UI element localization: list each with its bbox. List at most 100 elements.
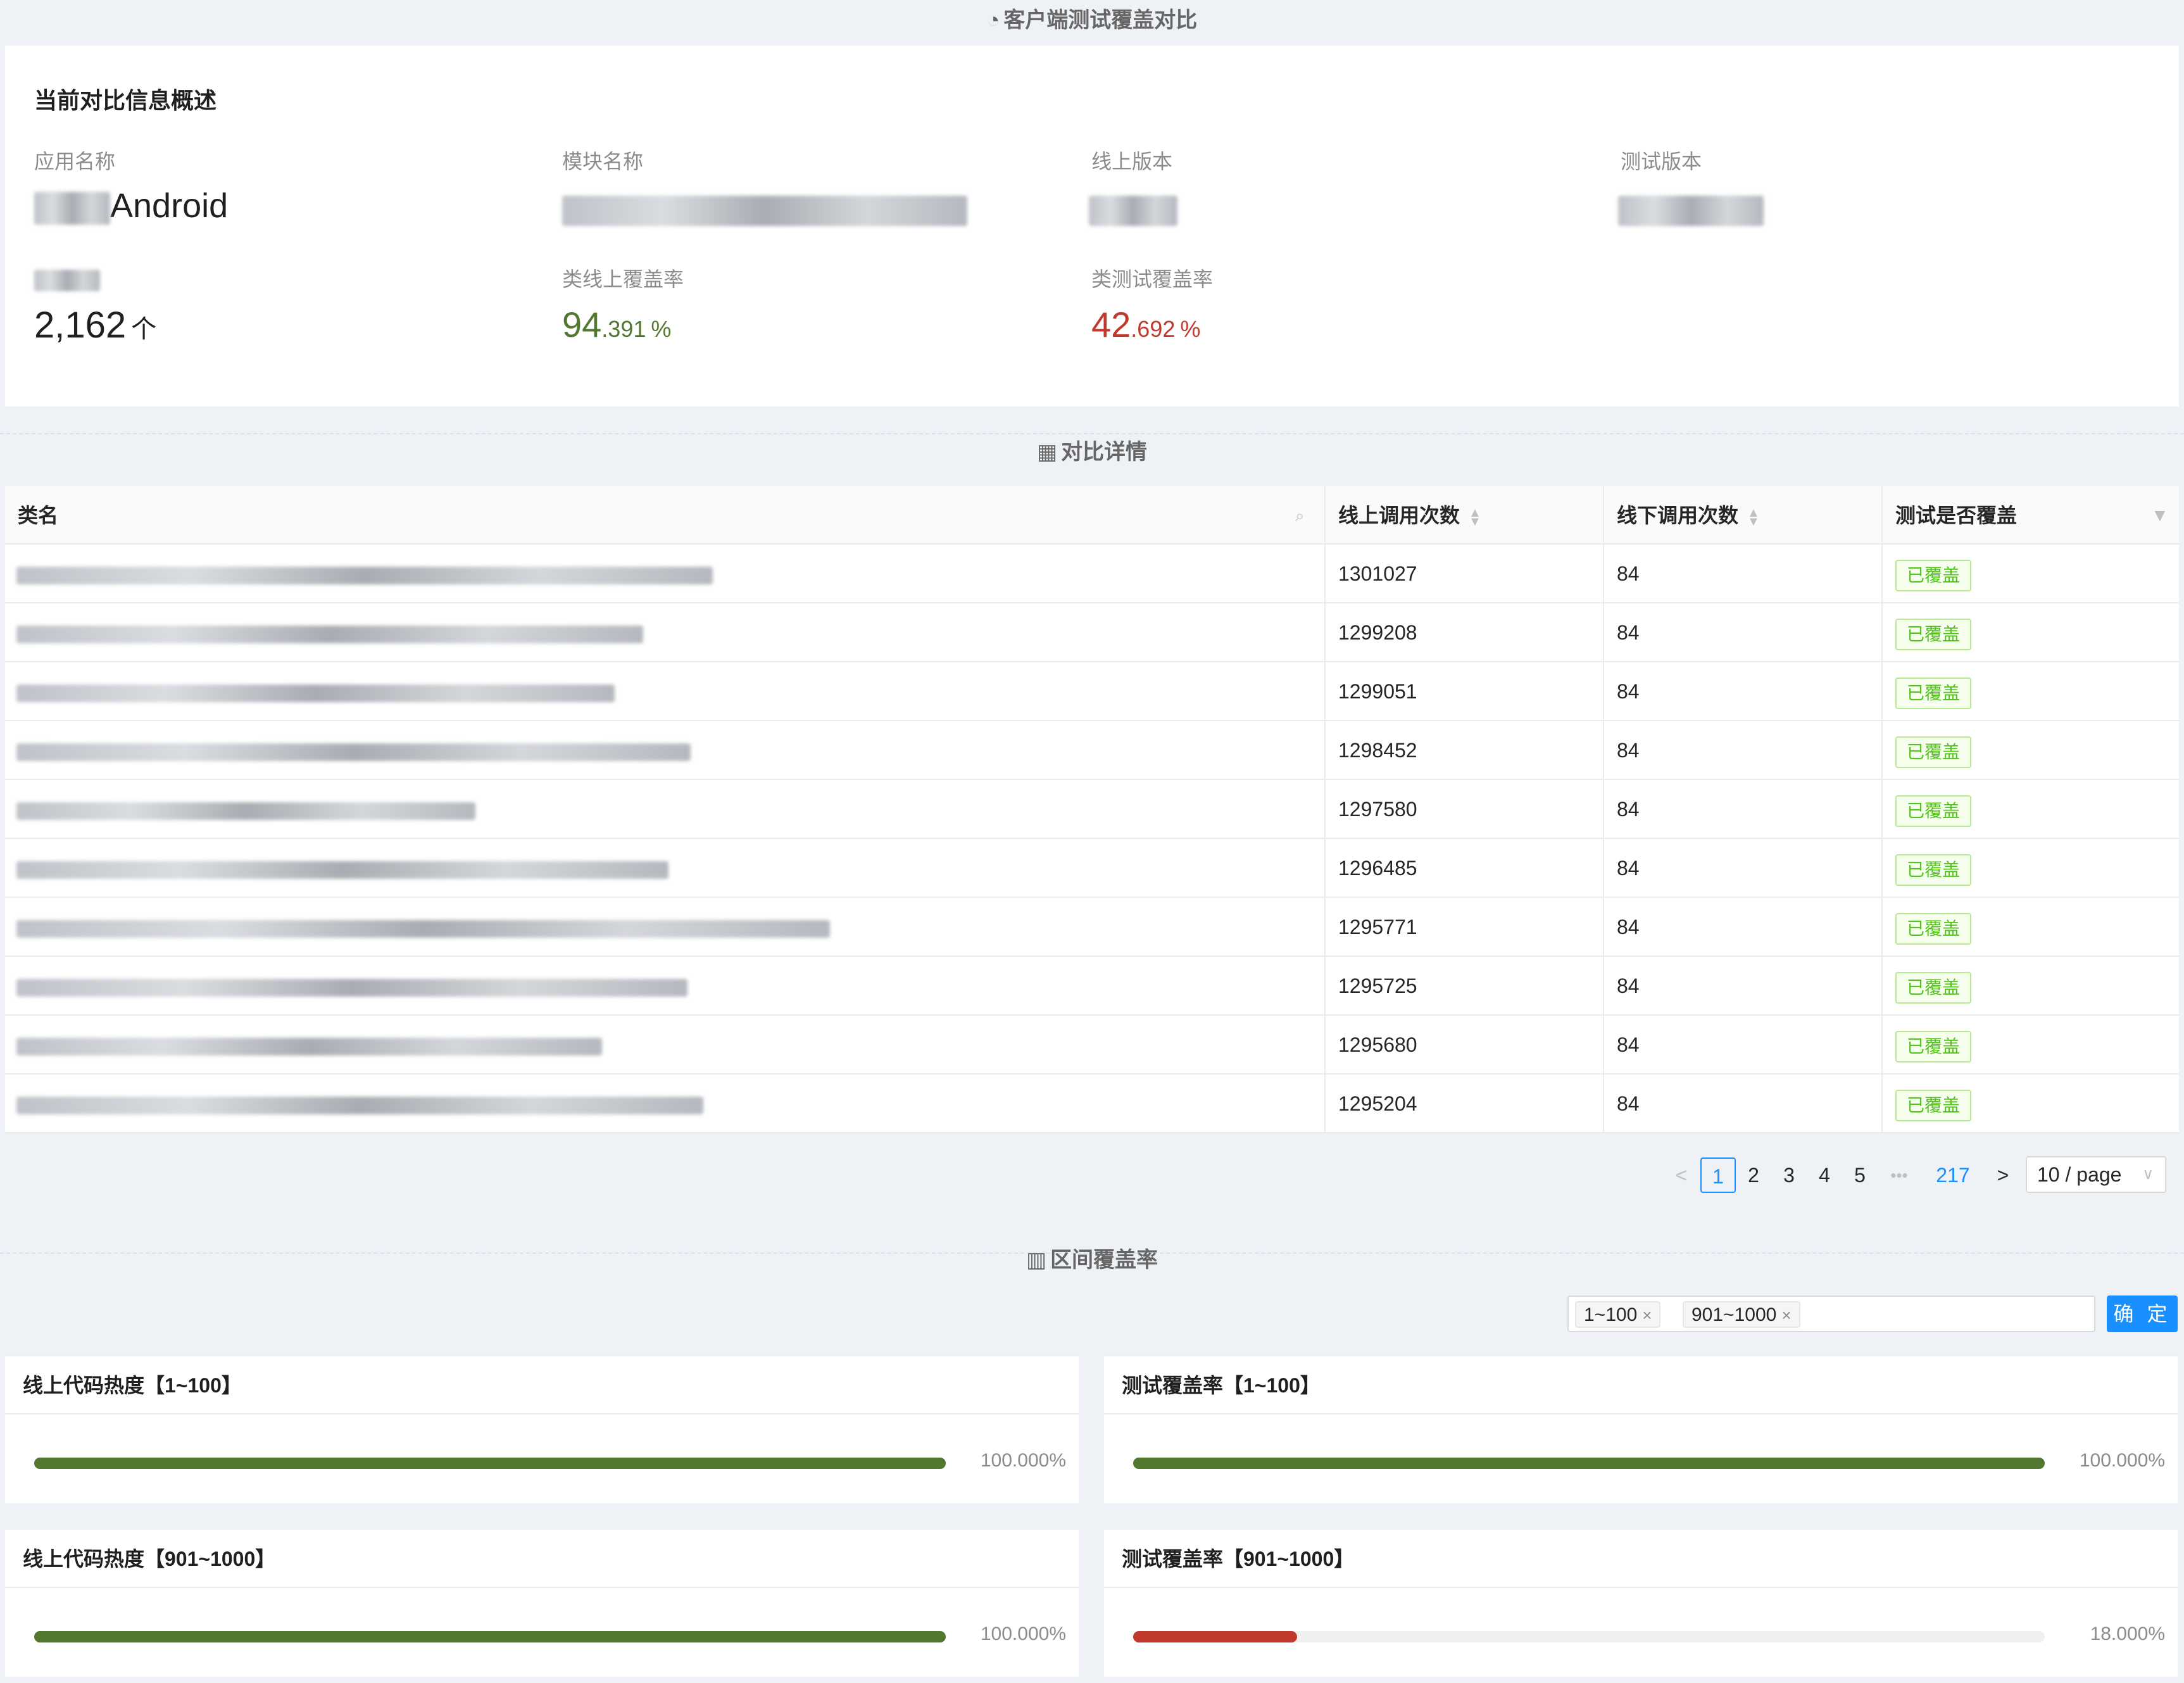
col-class-name: 类名 xyxy=(18,504,59,527)
app-name-value: Android xyxy=(34,186,228,225)
app-name-label: 应用名称 xyxy=(34,150,116,173)
class-name-cell xyxy=(16,1075,703,1133)
blurred-text xyxy=(16,978,687,997)
offline-calls-cell: 84 xyxy=(1617,916,1640,938)
range-chip[interactable]: 901~1000 × xyxy=(1683,1301,1800,1328)
online-calls-cell: 1301027 xyxy=(1338,562,1417,585)
close-icon[interactable]: × xyxy=(1642,1306,1652,1325)
offline-calls-cell: 84 xyxy=(1617,739,1640,762)
progress-percent: 100.000% xyxy=(2079,1450,2165,1471)
test-version-label: 测试版本 xyxy=(1621,150,1702,173)
card-title: 线上代码热度【1~100】 xyxy=(5,1356,1079,1415)
table-row[interactable]: 1298452 84 已覆盖 xyxy=(5,721,2179,780)
page-3[interactable]: 3 xyxy=(1771,1157,1807,1193)
status-badge: 已覆盖 xyxy=(1895,618,1972,650)
close-icon[interactable]: × xyxy=(1781,1306,1791,1325)
blurred-text xyxy=(16,684,615,702)
progress-percent: 100.000% xyxy=(980,1450,1066,1471)
filter-icon[interactable]: ▼ xyxy=(2151,486,2169,545)
class-name-cell xyxy=(16,662,615,721)
search-icon[interactable]: ⌕ xyxy=(1295,486,1305,545)
col-offline-calls[interactable]: 线下调用次数 ▲ ▼ xyxy=(1617,486,1760,545)
test-coverage-card-1-100: 测试覆盖率【1~100】 100.000% xyxy=(1104,1356,2178,1503)
test-coverage-card-901-1000: 测试覆盖率【901~1000】 18.000% xyxy=(1104,1530,2178,1677)
col-test-covered: 测试是否覆盖 xyxy=(1895,504,2018,527)
offline-calls-cell: 84 xyxy=(1617,798,1640,821)
col-online-calls[interactable]: 线上调用次数 ▲ ▼ xyxy=(1338,486,1481,545)
progress-fill xyxy=(1133,1458,2045,1469)
table-header: 类名 ⌕ 线上调用次数 ▲ ▼ 线下调用次数 ▲ ▼ 测试是否覆盖 ▼ xyxy=(5,486,2179,545)
online-calls-cell: 1295680 xyxy=(1338,1033,1417,1056)
table-row[interactable]: 1295771 84 已覆盖 xyxy=(5,898,2179,957)
online-calls-cell: 1295725 xyxy=(1338,974,1417,997)
blurred-text xyxy=(1089,196,1177,226)
range-title: ▥ 区间覆盖率 xyxy=(1026,1248,1158,1272)
blurred-text xyxy=(16,802,475,820)
table-row[interactable]: 1299051 84 已覆盖 xyxy=(5,662,2179,721)
online-version-label: 线上版本 xyxy=(1091,150,1173,173)
status-badge: 已覆盖 xyxy=(1895,677,1972,709)
table-row[interactable]: 1299208 84 已覆盖 xyxy=(5,603,2179,662)
blurred-text xyxy=(16,1096,703,1114)
progress-fill xyxy=(34,1631,946,1642)
page-2[interactable]: 2 xyxy=(1736,1157,1771,1193)
pie-chart-icon: ◔ xyxy=(986,8,1000,32)
online-heat-card-1-100: 线上代码热度【1~100】 100.000% xyxy=(5,1356,1079,1503)
range-select[interactable]: 1~100 × 901~1000 × xyxy=(1567,1295,2095,1332)
table-row[interactable]: 1301027 84 已覆盖 xyxy=(5,545,2179,603)
covered-cell: 已覆盖 xyxy=(1895,839,1972,898)
status-badge: 已覆盖 xyxy=(1895,1089,1972,1121)
range-chip[interactable]: 1~100 × xyxy=(1575,1301,1661,1328)
confirm-button[interactable]: 确 定 xyxy=(2107,1295,2178,1332)
blurred-text xyxy=(16,1037,602,1056)
class-name-cell xyxy=(16,1016,602,1075)
page-5[interactable]: 5 xyxy=(1842,1157,1878,1193)
progress-track xyxy=(1133,1631,2045,1642)
class-count: 2,162 个 xyxy=(34,305,157,346)
blurred-text xyxy=(562,196,967,226)
blurred-text xyxy=(16,743,691,761)
page-title: ◔ 客户端测试覆盖对比 xyxy=(986,8,1198,32)
count-label xyxy=(34,270,100,294)
online-calls-cell: 1297580 xyxy=(1338,798,1417,821)
online-calls-cell: 1295771 xyxy=(1338,916,1417,938)
page-ellipsis[interactable]: ••• xyxy=(1880,1157,1918,1193)
status-badge: 已覆盖 xyxy=(1895,971,1972,1004)
online-coverage-label: 类线上覆盖率 xyxy=(562,268,684,291)
covered-cell: 已覆盖 xyxy=(1895,1016,1972,1075)
class-name-cell xyxy=(16,545,713,603)
blurred-text xyxy=(34,191,110,225)
status-badge: 已覆盖 xyxy=(1895,912,1972,945)
table-row[interactable]: 1295204 84 已覆盖 xyxy=(5,1075,2179,1133)
blurred-text xyxy=(16,919,830,938)
progress-fill xyxy=(1133,1631,1298,1642)
offline-calls-cell: 84 xyxy=(1617,1092,1640,1115)
progress-percent: 100.000% xyxy=(980,1623,1066,1644)
progress-track xyxy=(34,1458,946,1469)
page-4[interactable]: 4 xyxy=(1807,1157,1842,1193)
progress-track xyxy=(34,1631,946,1642)
offline-calls-cell: 84 xyxy=(1617,974,1640,997)
table-row[interactable]: 1295680 84 已覆盖 xyxy=(5,1016,2179,1075)
table-row[interactable]: 1295725 84 已覆盖 xyxy=(5,957,2179,1016)
sort-icon[interactable]: ▲ ▼ xyxy=(1469,507,1481,528)
next-page-button[interactable]: > xyxy=(1990,1157,2016,1193)
details-title: ▦ 对比详情 xyxy=(1036,440,1148,464)
page-1[interactable]: 1 xyxy=(1700,1157,1736,1193)
progress-fill xyxy=(34,1458,946,1469)
page-size-select[interactable]: 10 / page ∨ xyxy=(2026,1156,2166,1193)
bar-chart-icon: ▥ xyxy=(1026,1248,1047,1272)
class-name-cell xyxy=(16,721,691,780)
progress-percent: 18.000% xyxy=(2090,1623,2165,1644)
table-row[interactable]: 1296485 84 已覆盖 xyxy=(5,839,2179,898)
sort-icon[interactable]: ▲ ▼ xyxy=(1747,507,1760,528)
online-calls-cell: 1296485 xyxy=(1338,857,1417,879)
overview-title: 当前对比信息概述 xyxy=(34,87,217,113)
overview-card: 当前对比信息概述 应用名称 Android 模块名称 线上版本 测试版本 2,1… xyxy=(5,46,2179,407)
chevron-down-icon: ∨ xyxy=(2142,1166,2154,1183)
prev-page-button[interactable]: < xyxy=(1669,1157,1694,1193)
table-row[interactable]: 1297580 84 已覆盖 xyxy=(5,780,2179,839)
page-last[interactable]: 217 xyxy=(1924,1157,1981,1193)
status-badge: 已覆盖 xyxy=(1895,795,1972,827)
offline-calls-cell: 84 xyxy=(1617,1033,1640,1056)
